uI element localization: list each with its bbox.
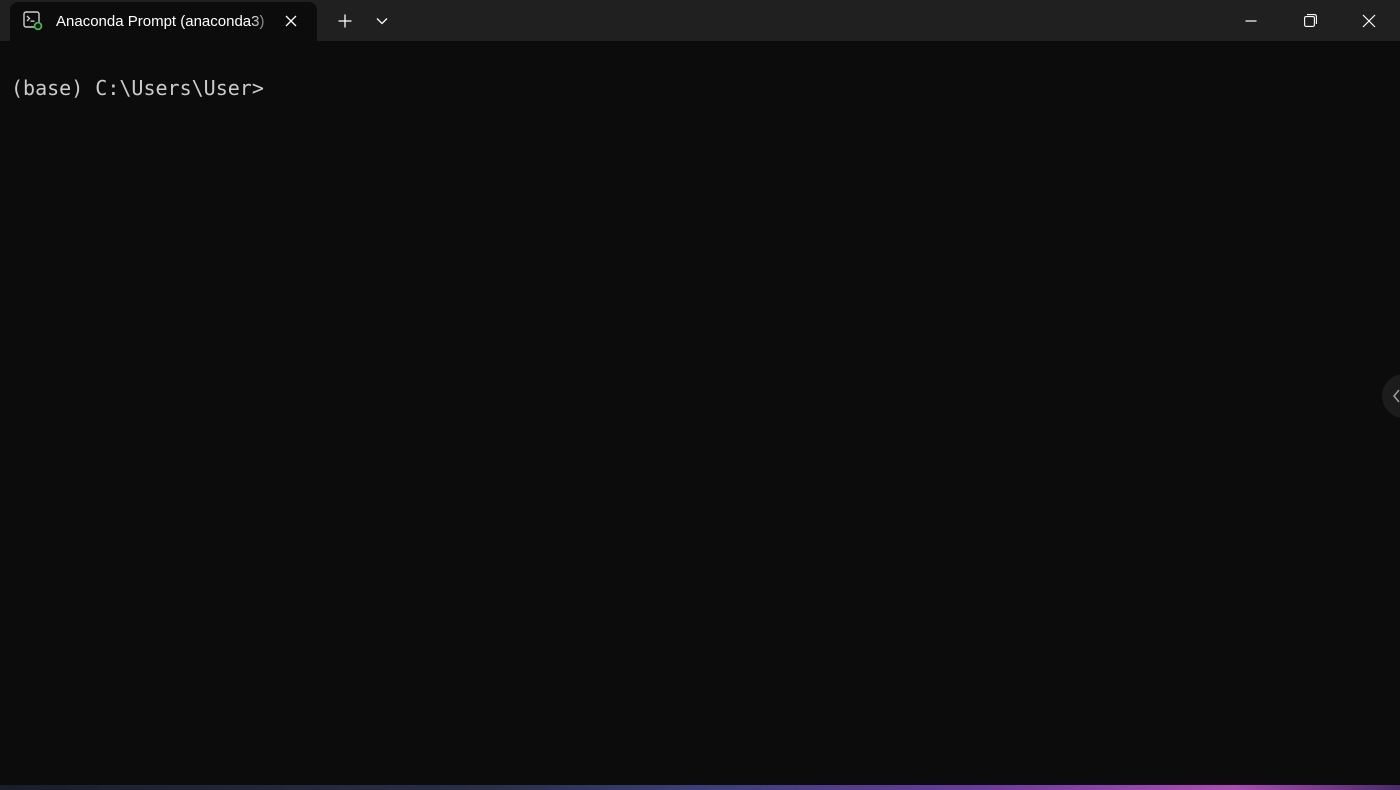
tab-dropdown-button[interactable] xyxy=(366,6,398,36)
tab-close-button[interactable] xyxy=(278,8,304,34)
minimize-button[interactable] xyxy=(1222,0,1280,41)
close-icon xyxy=(1362,14,1376,27)
maximize-button[interactable] xyxy=(1281,0,1339,41)
chevron-down-icon xyxy=(376,18,388,25)
tab-title: Anaconda Prompt (anaconda3) xyxy=(56,13,265,30)
plus-icon xyxy=(338,14,352,28)
terminal-icon xyxy=(23,11,43,31)
close-window-button[interactable] xyxy=(1340,0,1398,41)
close-icon xyxy=(285,15,297,27)
minimize-icon xyxy=(1245,19,1257,22)
new-tab-button[interactable] xyxy=(329,6,361,36)
command-prompt: (base) C:\Users\User> xyxy=(11,76,264,100)
terminal-window: Anaconda Prompt (anaconda3) (base) C:\Us… xyxy=(0,0,1400,790)
bottom-accent-glow xyxy=(0,785,1400,790)
title-bar[interactable]: Anaconda Prompt (anaconda3) xyxy=(0,0,1400,41)
tab-anaconda-prompt[interactable]: Anaconda Prompt (anaconda3) xyxy=(10,2,317,41)
chevron-left-icon xyxy=(1392,389,1400,403)
restore-icon xyxy=(1303,14,1317,27)
terminal-output[interactable]: (base) C:\Users\User> xyxy=(0,41,1400,785)
